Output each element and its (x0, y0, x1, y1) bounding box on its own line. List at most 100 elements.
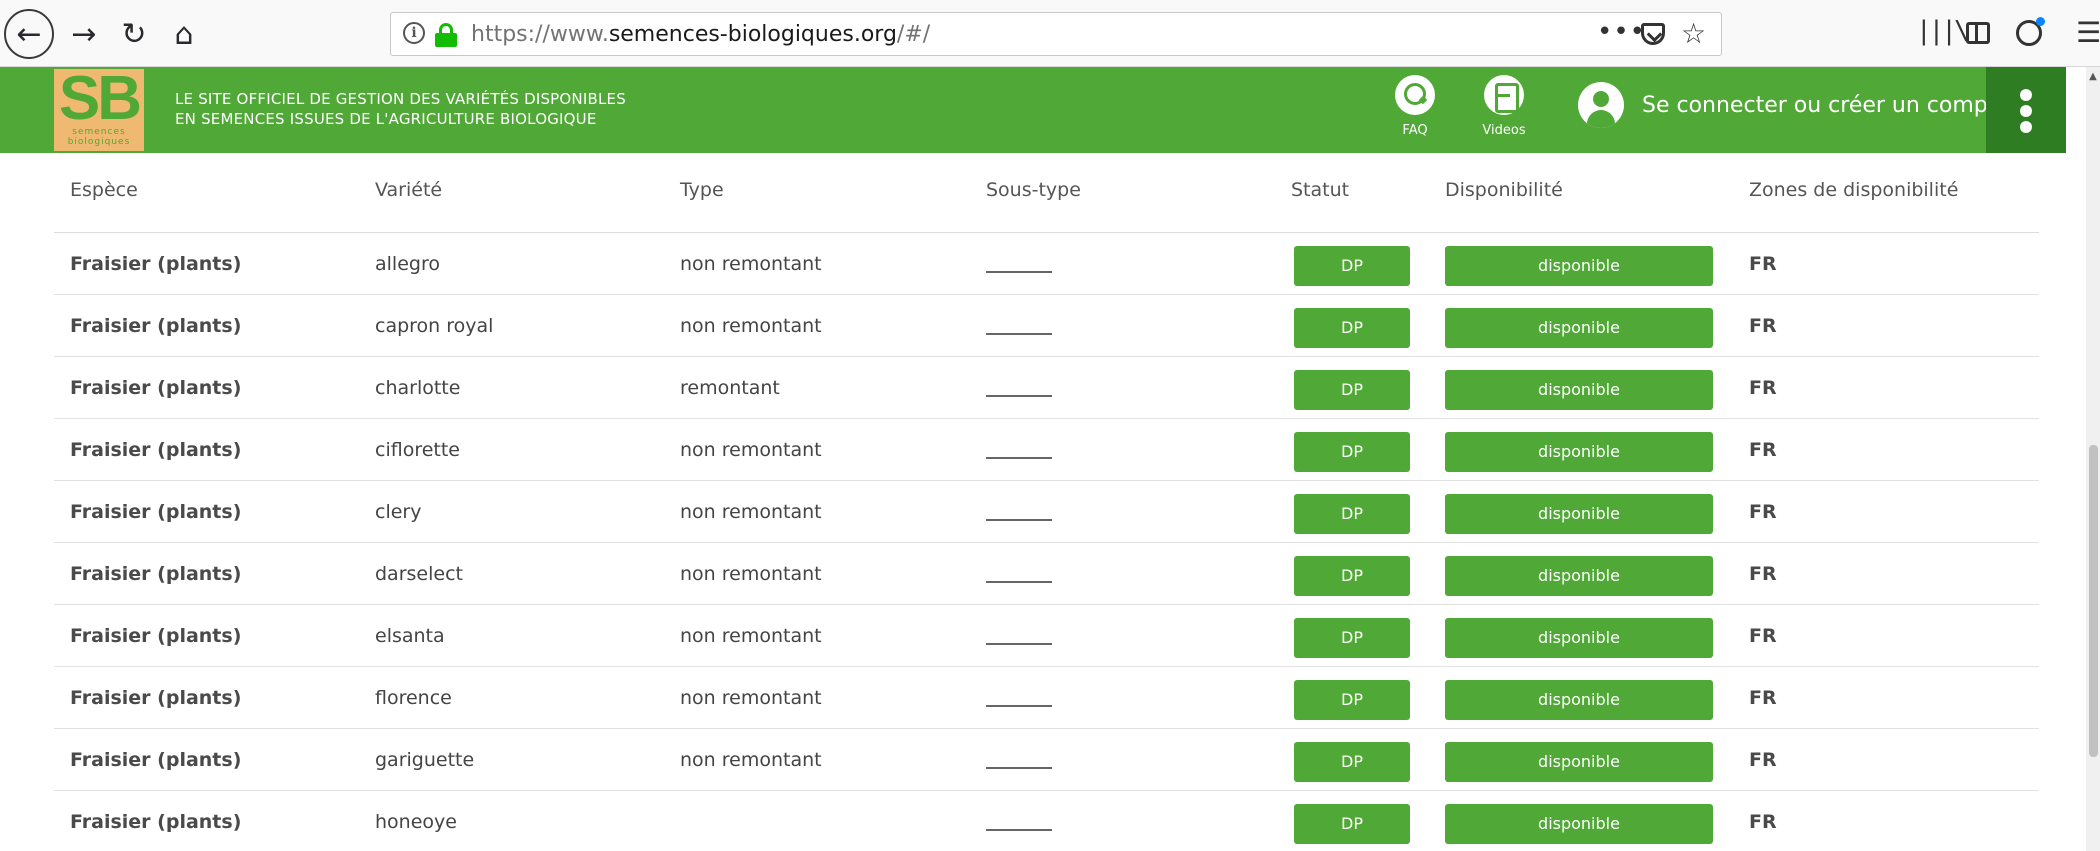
videos-link[interactable]: Videos (1474, 75, 1534, 145)
hamburger-menu-icon[interactable]: ☰ (2076, 16, 2100, 49)
availability-badge[interactable]: disponible (1445, 308, 1713, 348)
cell-type: non remontant (680, 563, 822, 585)
cell-type: remontant (680, 377, 780, 399)
pocket-icon[interactable] (1641, 23, 1665, 45)
cell-type: non remontant (680, 749, 822, 771)
lock-icon[interactable] (435, 23, 457, 47)
faq-link[interactable]: FAQ (1385, 75, 1445, 145)
status-badge[interactable]: DP (1294, 432, 1410, 472)
url-prefix: https://www. (471, 22, 609, 47)
forward-arrow-icon[interactable]: → (62, 12, 106, 56)
status-badge[interactable]: DP (1294, 370, 1410, 410)
column-header-variety[interactable]: Variété (375, 179, 442, 201)
table-row[interactable]: Fraisier (plants) clery non remontant DP dis… (54, 481, 2039, 543)
status-badge[interactable]: DP (1294, 680, 1410, 720)
cell-zones: FR (1749, 749, 1777, 771)
table-row[interactable]: Fraisier (plants) charlotte remontant DP dis… (54, 357, 2039, 419)
availability-badge[interactable]: disponible (1445, 742, 1713, 782)
column-header-subtype[interactable]: Sous-type (986, 179, 1081, 201)
cell-type: non remontant (680, 625, 822, 647)
cell-zones: FR (1749, 377, 1777, 399)
bookmark-star-icon[interactable]: ☆ (1681, 17, 1706, 50)
status-badge[interactable]: DP (1294, 618, 1410, 658)
site-logo[interactable]: SB semences biologiques (54, 69, 144, 151)
empty-subtype-dash (986, 767, 1052, 769)
menu-dot-icon (2020, 89, 2032, 101)
user-icon[interactable] (1578, 82, 1624, 128)
cell-variety: florence (375, 687, 452, 709)
kebab-menu-button[interactable] (1986, 67, 2066, 153)
cell-type: non remontant (680, 253, 822, 275)
availability-badge[interactable]: disponible (1445, 370, 1713, 410)
cell-zones: FR (1749, 315, 1777, 337)
cell-variety: darselect (375, 563, 463, 585)
availability-badge[interactable]: disponible (1445, 618, 1713, 658)
availability-badge[interactable]: disponible (1445, 494, 1713, 534)
page-scrollbar[interactable]: ▲ (2086, 67, 2100, 851)
cell-type: non remontant (680, 687, 822, 709)
faq-label: FAQ (1402, 123, 1428, 138)
reload-icon[interactable]: ↻ (112, 12, 156, 56)
back-arrow-icon[interactable]: ← (4, 9, 54, 59)
cell-zones: FR (1749, 253, 1777, 275)
empty-subtype-dash (986, 519, 1052, 521)
status-badge[interactable]: DP (1294, 556, 1410, 596)
status-badge[interactable]: DP (1294, 308, 1410, 348)
table-row[interactable]: Fraisier (plants) gariguette non remontant… (54, 729, 2039, 791)
availability-badge[interactable]: disponible (1445, 432, 1713, 472)
table-row[interactable]: Fraisier (plants) ciflorette non remontant… (54, 419, 2039, 481)
cell-type: non remontant (680, 315, 822, 337)
table-header: Espèce Variété Type Sous-type Statut Dis… (54, 153, 2039, 233)
film-icon (1484, 75, 1524, 115)
column-header-zones[interactable]: Zones de disponibilité (1749, 179, 1958, 201)
table-row[interactable]: Fraisier (plants) capron royal non remonta… (54, 295, 2039, 357)
cell-variety: charlotte (375, 377, 461, 399)
availability-badge[interactable]: disponible (1445, 680, 1713, 720)
cell-zones: FR (1749, 811, 1777, 833)
info-icon[interactable]: i (403, 22, 425, 44)
cell-species: Fraisier (plants) (70, 811, 242, 833)
table-row[interactable]: Fraisier (plants) allegro non remontant DP d… (54, 233, 2039, 295)
table-row[interactable]: Fraisier (plants) darselect non remontant D… (54, 543, 2039, 605)
sidebar-toggle-icon[interactable] (1966, 22, 1990, 44)
table-row[interactable]: Fraisier (plants) florence non remontant DP… (54, 667, 2039, 729)
url-domain: semences-biologiques.org (608, 22, 897, 47)
url-text[interactable]: https://www.semences-biologiques.org/#/ (471, 22, 930, 47)
empty-subtype-dash (986, 333, 1052, 335)
library-icon[interactable]: |||\ (1916, 16, 1970, 46)
browser-toolbar: ← → ↻ ⌂ i https://www.semences-biologiqu… (0, 0, 2100, 67)
cell-zones: FR (1749, 501, 1777, 523)
scroll-up-arrow-icon[interactable]: ▲ (2086, 71, 2100, 82)
firefox-account-icon[interactable] (2016, 17, 2045, 46)
table-body: Fraisier (plants) allegro non remontant DP d… (54, 233, 2039, 851)
status-badge[interactable]: DP (1294, 804, 1410, 844)
menu-dot-icon (2020, 121, 2032, 133)
column-header-type[interactable]: Type (680, 179, 724, 201)
availability-badge[interactable]: disponible (1445, 246, 1713, 286)
cell-zones: FR (1749, 563, 1777, 585)
cell-species: Fraisier (plants) (70, 253, 242, 275)
cell-species: Fraisier (plants) (70, 439, 242, 461)
empty-subtype-dash (986, 829, 1052, 831)
scroll-thumb[interactable] (2089, 445, 2098, 757)
table-row[interactable]: Fraisier (plants) honeoye DP disponible FR (54, 791, 2039, 851)
home-icon[interactable]: ⌂ (162, 12, 206, 56)
empty-subtype-dash (986, 705, 1052, 707)
availability-badge[interactable]: disponible (1445, 556, 1713, 596)
table-row[interactable]: Fraisier (plants) elsanta non remontant DP d… (54, 605, 2039, 667)
more-actions-icon[interactable]: ••• (1597, 17, 1646, 47)
column-header-status[interactable]: Statut (1291, 179, 1349, 201)
status-badge[interactable]: DP (1294, 246, 1410, 286)
cell-zones: FR (1749, 687, 1777, 709)
address-bar[interactable]: i https://www.semences-biologiques.org/#… (390, 12, 1722, 56)
login-link[interactable]: Se connecter ou créer un compte (1642, 93, 2010, 118)
availability-badge[interactable]: disponible (1445, 804, 1713, 844)
cell-species: Fraisier (plants) (70, 377, 242, 399)
url-suffix: /#/ (896, 22, 931, 47)
column-header-availability[interactable]: Disponibilité (1445, 179, 1563, 201)
status-badge[interactable]: DP (1294, 494, 1410, 534)
menu-dot-icon (2020, 105, 2032, 117)
status-badge[interactable]: DP (1294, 742, 1410, 782)
cell-species: Fraisier (plants) (70, 687, 242, 709)
column-header-species[interactable]: Espèce (70, 179, 138, 201)
